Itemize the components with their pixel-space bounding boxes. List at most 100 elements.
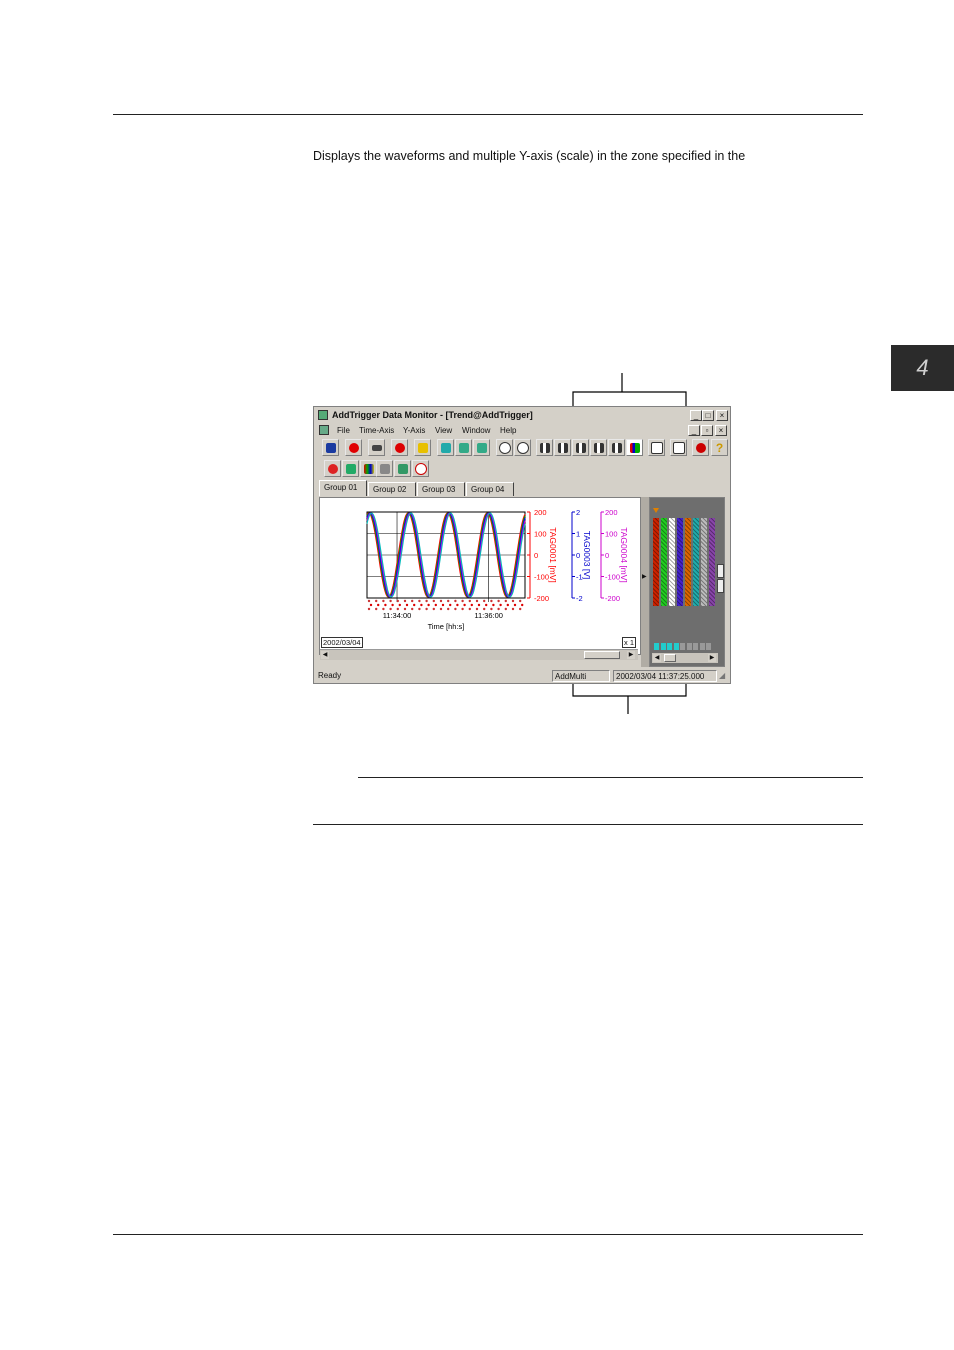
event-marker xyxy=(463,603,466,607)
event-marker xyxy=(461,599,464,603)
event-marker xyxy=(375,607,378,611)
menu-bar: File Time-Axis Y-Axis View Window Help _… xyxy=(315,424,729,437)
scroll-right-icon[interactable] xyxy=(473,439,490,456)
bottom-rule xyxy=(113,1234,863,1235)
event-marker xyxy=(513,603,517,607)
menu-file[interactable]: File xyxy=(337,426,350,435)
resize-grip-icon[interactable]: ◢ xyxy=(719,671,725,680)
user-icon[interactable] xyxy=(692,439,709,456)
event-marker xyxy=(490,599,493,603)
toolbar-main: ? xyxy=(318,438,728,458)
doc-restore-button[interactable]: ▫ xyxy=(701,425,713,436)
scroll-left-arrow-icon[interactable]: ◀ xyxy=(321,651,329,659)
event-marker xyxy=(492,603,495,607)
tab-group-04[interactable]: Group 04 xyxy=(466,482,514,496)
close-button[interactable]: × xyxy=(716,410,728,421)
y-tick-label: -100 xyxy=(534,573,549,582)
event-marker xyxy=(504,599,507,603)
doc-icon xyxy=(319,425,329,435)
plot-hscrollbar[interactable]: ◀ ▶ xyxy=(320,649,638,660)
x-tick-label: 11:36:00 xyxy=(474,611,503,620)
indicator-cell xyxy=(699,643,705,650)
note-rule-top xyxy=(358,777,863,778)
target-icon[interactable] xyxy=(391,439,408,456)
tab-group-02[interactable]: Group 02 xyxy=(368,482,416,496)
bar-layout-4-icon[interactable] xyxy=(590,439,607,456)
multi-axis-icon[interactable] xyxy=(626,439,643,456)
scroll-left-icon[interactable] xyxy=(455,439,472,456)
bar xyxy=(701,518,707,606)
chart-icon[interactable] xyxy=(342,460,359,477)
y-tick-label: 200 xyxy=(534,508,547,517)
top-rule xyxy=(113,114,863,115)
meter-icon[interactable] xyxy=(376,460,393,477)
clock-icon[interactable] xyxy=(412,460,429,477)
bar-layout-1-icon[interactable] xyxy=(536,439,553,456)
y-tick-label: -1 xyxy=(576,573,583,582)
scroll-thumb[interactable] xyxy=(584,651,620,659)
y-tick-label: -2 xyxy=(576,594,583,603)
y-axis-label: TAG0001 [mV] xyxy=(548,527,558,583)
tab-group-03[interactable]: Group 03 xyxy=(417,482,465,496)
event-marker xyxy=(497,607,500,611)
title-bar: AddTrigger Data Monitor - [Trend@AddTrig… xyxy=(315,408,729,423)
bar-scroll-thumb[interactable] xyxy=(664,654,676,662)
splitter-arrow-icon[interactable]: ▶ xyxy=(642,573,647,580)
menu-y-axis[interactable]: Y-Axis xyxy=(403,426,425,435)
event-marker xyxy=(439,599,443,603)
event-marker xyxy=(461,607,464,611)
display-icon[interactable] xyxy=(437,439,454,456)
zoom-in-icon[interactable] xyxy=(496,439,513,456)
connect-icon[interactable] xyxy=(322,439,339,456)
toolbar-secondary xyxy=(318,459,518,479)
grid-icon[interactable] xyxy=(670,439,687,456)
trigger-icon[interactable] xyxy=(414,439,431,456)
indicator-cell xyxy=(660,643,666,650)
color-bars-icon[interactable] xyxy=(360,460,377,477)
event-marker xyxy=(519,599,522,603)
y-tick-label: 0 xyxy=(605,551,609,560)
event-marker xyxy=(470,603,473,607)
stop-icon[interactable] xyxy=(345,439,362,456)
menu-help[interactable]: Help xyxy=(500,426,516,435)
handle-bottom[interactable] xyxy=(717,579,724,593)
pane-splitter[interactable]: ▶ xyxy=(641,497,649,667)
bar-scroll-right-icon[interactable]: ▶ xyxy=(708,654,716,662)
y-axis-label: TAG0004 [mV] xyxy=(619,527,629,583)
event-marker xyxy=(511,607,515,611)
bar-hscrollbar[interactable]: ◀ ▶ xyxy=(652,653,718,663)
bar-layout-3-icon[interactable] xyxy=(572,439,589,456)
handle-top[interactable] xyxy=(717,564,724,578)
y-tick-label: 0 xyxy=(576,551,580,560)
record-icon[interactable] xyxy=(368,439,385,456)
menu-window[interactable]: Window xyxy=(462,426,490,435)
minimize-button[interactable]: _ xyxy=(690,410,702,421)
x-tick-label: 11:34:00 xyxy=(383,611,412,620)
y-tick-label: -200 xyxy=(605,594,620,603)
event-marker xyxy=(485,603,488,607)
help-icon[interactable]: ? xyxy=(711,439,728,456)
wave-icon[interactable] xyxy=(394,460,411,477)
event-marker xyxy=(382,607,385,611)
event-marker xyxy=(454,599,457,603)
event-marker xyxy=(420,603,423,607)
bug-icon[interactable] xyxy=(324,460,341,477)
bar xyxy=(661,518,667,606)
event-marker xyxy=(434,603,437,607)
bar-layout-5-icon[interactable] xyxy=(608,439,625,456)
scroll-right-arrow-icon[interactable]: ▶ xyxy=(627,651,635,659)
indicator-cell xyxy=(706,643,711,650)
event-marker xyxy=(403,599,407,603)
tab-group-01[interactable]: Group 01 xyxy=(319,480,367,496)
center-icon[interactable] xyxy=(648,439,665,456)
menu-time-axis[interactable]: Time-Axis xyxy=(359,426,394,435)
bar-scroll-left-icon[interactable]: ◀ xyxy=(653,654,661,662)
maximize-button[interactable]: □ xyxy=(702,410,714,421)
menu-view[interactable]: View xyxy=(435,426,452,435)
zoom-out-icon[interactable] xyxy=(514,439,531,456)
bar-graph-pane: ◀ ▶ xyxy=(649,497,725,667)
bar-graph xyxy=(653,518,717,606)
doc-minimize-button[interactable]: _ xyxy=(688,425,700,436)
bar-layout-2-icon[interactable] xyxy=(554,439,571,456)
doc-close-button[interactable]: × xyxy=(715,425,727,436)
